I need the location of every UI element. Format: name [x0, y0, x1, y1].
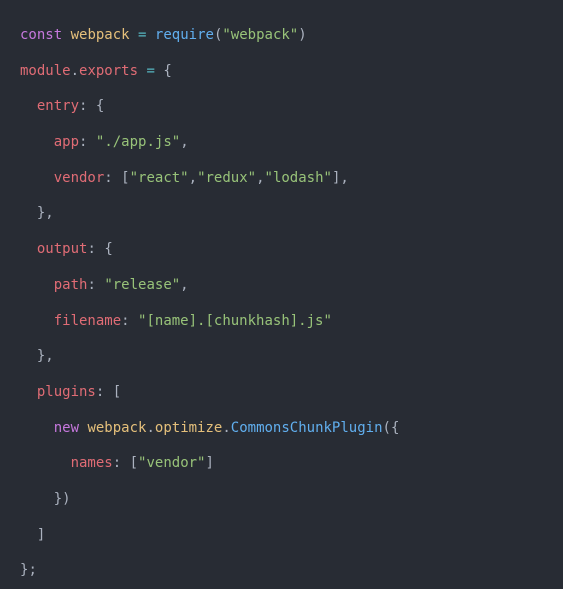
code-line: module.exports = {: [20, 63, 172, 79]
bracket-close: ]: [205, 455, 213, 471]
code-line: plugins: [: [20, 384, 121, 400]
code-line: path: "release",: [20, 277, 189, 293]
comma: ,: [256, 170, 264, 186]
identifier-webpack: webpack: [87, 420, 146, 436]
colon: :: [113, 455, 121, 471]
colon: :: [87, 277, 95, 293]
bracket-open: [: [113, 384, 121, 400]
brace-open: {: [163, 63, 171, 79]
comma: ,: [189, 170, 197, 186]
string-release: "release": [104, 277, 180, 293]
keyword-const: const: [20, 27, 62, 43]
string-lodash: "lodash": [265, 170, 332, 186]
code-line: filename: "[name].[chunkhash].js": [20, 313, 332, 329]
brace-open: {: [104, 241, 112, 257]
string-chunkhash: "[name].[chunkhash].js": [138, 313, 332, 329]
prop-path: path: [54, 277, 88, 293]
bracket-close: ]: [37, 527, 45, 543]
operator-equals: =: [146, 63, 154, 79]
dot: .: [222, 420, 230, 436]
brace-open: {: [96, 98, 104, 114]
prop-exports: exports: [79, 63, 138, 79]
operator-equals: =: [138, 27, 146, 43]
colon: :: [79, 134, 87, 150]
prop-names: names: [71, 455, 113, 471]
colon: :: [96, 384, 104, 400]
code-line: app: "./app.js",: [20, 134, 189, 150]
bracket-open: [: [130, 455, 138, 471]
paren-close: ): [298, 27, 306, 43]
code-line: ]: [20, 527, 45, 543]
brace-close: }: [54, 491, 62, 507]
code-line: },: [20, 348, 54, 364]
string-webpack: "webpack": [222, 27, 298, 43]
code-line: vendor: ["react","redux","lodash"],: [20, 170, 349, 186]
code-block: const webpack = require("webpack") modul…: [20, 18, 543, 589]
prop-entry: entry: [37, 98, 79, 114]
prop-plugins: plugins: [37, 384, 96, 400]
code-line: names: ["vendor"]: [20, 455, 214, 471]
dot: .: [146, 420, 154, 436]
semicolon: ;: [28, 562, 36, 578]
bracket-open: [: [121, 170, 129, 186]
fn-commons-chunk-plugin: CommonsChunkPlugin: [231, 420, 383, 436]
comma: ,: [45, 205, 53, 221]
prop-app: app: [54, 134, 79, 150]
prop-vendor: vendor: [54, 170, 105, 186]
colon: :: [79, 98, 87, 114]
code-line: }): [20, 491, 71, 507]
paren-close: ): [62, 491, 70, 507]
paren-open: (: [383, 420, 391, 436]
comma: ,: [180, 277, 188, 293]
string-vendor: "vendor": [138, 455, 205, 471]
prop-output: output: [37, 241, 88, 257]
code-line: new webpack.optimize.CommonsChunkPlugin(…: [20, 420, 399, 436]
identifier-optimize: optimize: [155, 420, 222, 436]
identifier-module: module: [20, 63, 71, 79]
code-line: };: [20, 562, 37, 578]
colon: :: [104, 170, 112, 186]
comma: ,: [180, 134, 188, 150]
identifier-webpack: webpack: [71, 27, 130, 43]
fn-require: require: [155, 27, 214, 43]
code-line: output: {: [20, 241, 113, 257]
comma: ,: [340, 170, 348, 186]
keyword-new: new: [54, 420, 79, 436]
colon: :: [87, 241, 95, 257]
string-react: "react": [130, 170, 189, 186]
string-app-js: "./app.js": [96, 134, 180, 150]
dot: .: [71, 63, 79, 79]
code-line: },: [20, 205, 54, 221]
code-line: entry: {: [20, 98, 104, 114]
comma: ,: [45, 348, 53, 364]
code-line: const webpack = require("webpack"): [20, 27, 307, 43]
colon: :: [121, 313, 129, 329]
prop-filename: filename: [54, 313, 121, 329]
brace-open: {: [391, 420, 399, 436]
string-redux: "redux": [197, 170, 256, 186]
